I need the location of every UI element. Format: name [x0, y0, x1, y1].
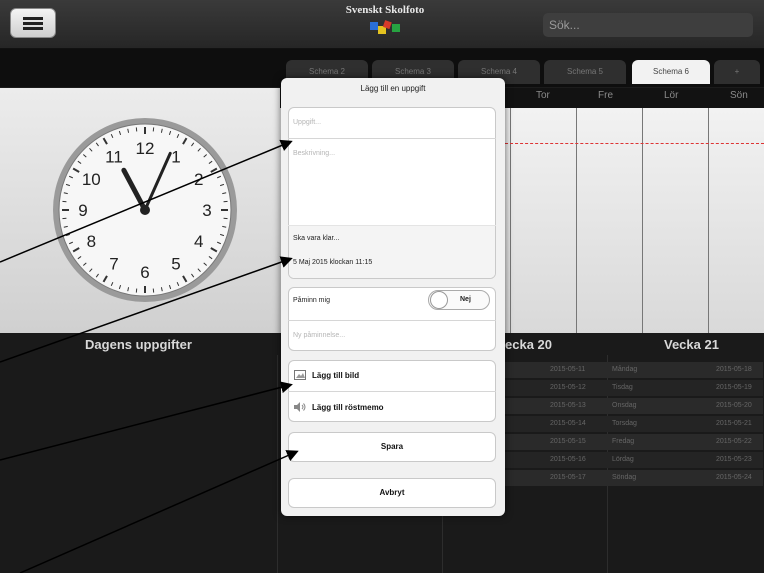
arrow-description: [0, 139, 293, 263]
callout-arrows: [0, 139, 299, 573]
arrow-due-date: [0, 256, 293, 363]
arrow-attachments: [0, 381, 293, 461]
arrow-save: [19, 450, 299, 573]
